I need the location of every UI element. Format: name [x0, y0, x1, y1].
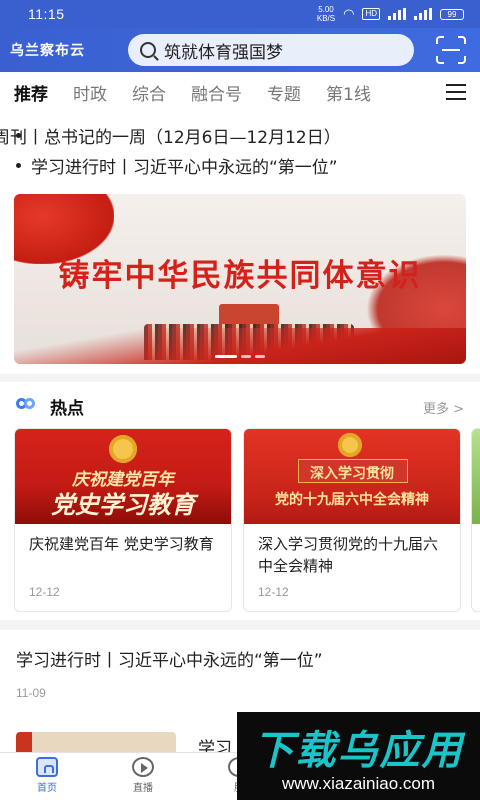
feed-item-title[interactable]: 学习进行时丨习近平心中永远的“第一位” [16, 646, 323, 671]
home-icon [36, 757, 58, 777]
nav-label: 直播 [133, 783, 153, 794]
party-emblem-icon [109, 435, 137, 463]
nav-home[interactable]: 首页 [17, 757, 77, 794]
search-bar[interactable]: 筑就体育强国梦 [128, 34, 414, 66]
tab-media-accounts[interactable]: 融合号 [191, 80, 242, 105]
wifi-icon: ◠ [343, 6, 355, 22]
tab-recommend[interactable]: 推荐 [14, 80, 48, 105]
tab-frontline[interactable]: 第1线 [326, 80, 371, 105]
feed-item-date: 11-09 [16, 686, 46, 700]
carousel-indicator [14, 355, 466, 358]
live-icon [132, 757, 154, 777]
battery-icon: 99 [440, 8, 464, 20]
hot-topics-icon [16, 396, 36, 412]
headline-item[interactable]: 学习进行时丨习近平心中永远的“第一位” [0, 150, 480, 180]
network-speed-value: 5.00 [318, 5, 334, 14]
feed-thumbnail[interactable] [16, 732, 176, 754]
channel-tabs: 推荐 时政 综合 融合号 专题 第1线 [0, 72, 480, 112]
nav-live[interactable]: 直播 [113, 757, 173, 794]
card-image [472, 429, 480, 524]
banner-title: 铸牢中华民族共同体意识 [58, 258, 422, 294]
status-bar: 11:15 5.00 KB/S ◠ HD 99 [0, 0, 480, 28]
app-header: 乌兰察布云 筑就体育强国梦 [0, 28, 480, 72]
card-image-caption: 党史学习教育 [51, 491, 195, 519]
banner-section: 铸牢中华民族共同体意识 [0, 184, 480, 374]
tab-politics[interactable]: 时政 [73, 80, 107, 105]
search-icon [140, 42, 156, 58]
more-link[interactable]: 更多 > [423, 398, 464, 417]
hd-badge: HD [362, 8, 380, 20]
hot-section: 热点 更多 > 庆祝建党百年 党史学习教育 庆祝建党百年 党史学习教育 12-1… [0, 382, 480, 620]
signal-icon [388, 8, 406, 20]
watermark-logo: 下载乌应用 [253, 728, 464, 774]
watermark-overlay: 下载乌应用 www.xiazainiao.com [237, 712, 480, 800]
status-time: 11:15 [28, 6, 65, 22]
banner-carousel[interactable]: 铸牢中华民族共同体意识 [14, 194, 466, 364]
headline-text: 学习进行时丨习近平心中永远的“第一位” [31, 157, 338, 178]
tab-general[interactable]: 综合 [132, 80, 166, 105]
tab-topics[interactable]: 专题 [267, 80, 301, 105]
card-title: 深入学习贯彻党的十九届六中全会精神 [258, 535, 439, 575]
card-image: 庆祝建党百年 党史学习教育 [15, 429, 231, 524]
status-icons: 5.00 KB/S ◠ HD 99 [317, 5, 464, 23]
headline-text: 周刊丨总书记的一周（12月6日—12月12日） [0, 127, 341, 148]
scan-icon[interactable] [436, 36, 466, 64]
channel-menu-icon[interactable] [432, 72, 480, 112]
card-image-caption: 党的十九届六中全会精神 [275, 492, 429, 508]
watermark-url: www.xiazainiao.com [281, 774, 436, 793]
hot-section-header: 热点 更多 > [0, 382, 480, 426]
signal-icon-2 [414, 8, 432, 20]
app-screen: 11:15 5.00 KB/S ◠ HD 99 乌兰察布云 筑就体育强国梦 推荐… [0, 0, 480, 800]
card-title: 庆祝建党百年 党史学习教育 [29, 535, 214, 553]
card-image: 深入学习贯彻 党的十九届六中全会精神 [244, 429, 460, 524]
bullet-icon [16, 162, 21, 168]
hot-card-partial[interactable] [471, 428, 480, 612]
section-title: 热点 [50, 399, 84, 419]
brand-logo: 乌兰察布云 [10, 43, 85, 59]
network-speed-unit: KB/S [316, 14, 336, 23]
search-placeholder: 筑就体育强国梦 [164, 42, 283, 63]
hot-card[interactable]: 庆祝建党百年 党史学习教育 庆祝建党百年 党史学习教育 12-12 [14, 428, 232, 612]
party-emblem-icon [338, 433, 362, 457]
network-speed: 5.00 KB/S [317, 5, 335, 23]
headline-ticker: 周刊丨总书记的一周（12月6日—12月12日） 学习进行时丨习近平心中永远的“第… [0, 112, 480, 184]
card-image-caption: 深入学习贯彻 [310, 466, 394, 482]
nav-label: 首页 [37, 783, 57, 794]
headline-item[interactable]: 周刊丨总书记的一周（12月6日—12月12日） [0, 120, 480, 150]
card-date: 12-12 [29, 585, 60, 599]
hot-card[interactable]: 深入学习贯彻 党的十九届六中全会精神 深入学习贯彻党的十九届六中全会精神 12-… [243, 428, 461, 612]
card-date: 12-12 [258, 585, 289, 599]
ribbon-graphic [14, 328, 466, 364]
